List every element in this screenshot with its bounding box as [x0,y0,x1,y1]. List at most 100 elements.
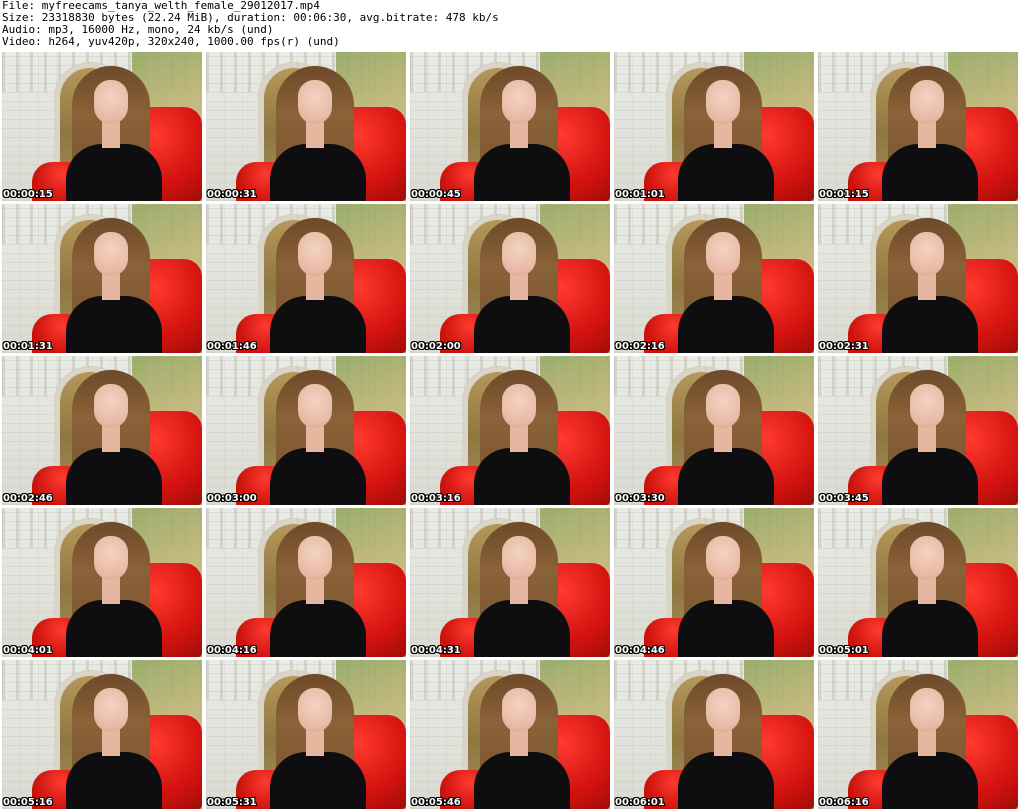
frame-face [298,688,332,732]
frame-face [502,80,536,124]
video-frame-thumbnail: 00:01:01 [614,52,814,201]
frame-neck [714,120,732,148]
frame-timestamp: 00:01:15 [819,189,869,200]
frame-body [882,600,978,657]
video-frame-thumbnail: 00:03:16 [410,356,610,505]
video-frame-thumbnail: 00:06:01 [614,660,814,809]
frame-face [706,688,740,732]
frame-face [706,80,740,124]
video-frame-thumbnail: 00:00:31 [206,52,406,201]
video-frame-thumbnail: 00:01:15 [818,52,1018,201]
frame-face [910,232,944,276]
video-frame-thumbnail: 00:05:46 [410,660,610,809]
frame-face [910,80,944,124]
frame-face [502,536,536,580]
file-info-header: File: myfreecams_tanya_welth_female_2901… [2,0,1022,50]
video-frame-thumbnail: 00:05:31 [206,660,406,809]
frame-body [270,448,366,505]
frame-body [678,448,774,505]
frame-body [678,296,774,353]
frame-timestamp: 00:01:01 [615,189,665,200]
frame-neck [102,120,120,148]
file-name-line: File: myfreecams_tanya_welth_female_2901… [2,0,320,12]
video-frame-thumbnail: 00:03:45 [818,356,1018,505]
frame-body [474,144,570,201]
frame-face [94,80,128,124]
frame-neck [306,120,324,148]
video-frame-thumbnail: 00:05:01 [818,508,1018,657]
frame-face [298,232,332,276]
frame-timestamp: 00:06:16 [819,797,869,808]
file-size-line: Size: 23318830 bytes (22.24 MiB), durati… [2,12,499,24]
frame-timestamp: 00:04:31 [411,645,461,656]
frame-timestamp: 00:03:00 [207,493,257,504]
frame-face [298,536,332,580]
frame-body [270,144,366,201]
frame-neck [510,120,528,148]
frame-neck [714,424,732,452]
frame-face [94,536,128,580]
frame-timestamp: 00:03:45 [819,493,869,504]
frame-face [910,384,944,428]
video-frame-thumbnail: 00:04:31 [410,508,610,657]
frame-timestamp: 00:01:46 [207,341,257,352]
frame-timestamp: 00:05:01 [819,645,869,656]
video-frame-thumbnail: 00:00:15 [2,52,202,201]
frame-body [678,144,774,201]
video-frame-thumbnail: 00:03:00 [206,356,406,505]
video-frame-thumbnail: 00:06:16 [818,660,1018,809]
frame-body [66,296,162,353]
frame-neck [918,728,936,756]
frame-body [66,144,162,201]
frame-body [474,600,570,657]
video-frame-thumbnail: 00:00:45 [410,52,610,201]
frame-timestamp: 00:05:31 [207,797,257,808]
frame-timestamp: 00:03:16 [411,493,461,504]
video-frame-thumbnail: 00:01:46 [206,204,406,353]
frame-neck [306,728,324,756]
frame-neck [510,728,528,756]
frame-face [298,384,332,428]
video-frame-thumbnail: 00:02:16 [614,204,814,353]
frame-neck [510,576,528,604]
frame-body [882,448,978,505]
frame-neck [918,120,936,148]
frame-timestamp: 00:00:15 [3,189,53,200]
frame-neck [918,272,936,300]
frame-timestamp: 00:02:00 [411,341,461,352]
frame-neck [918,576,936,604]
frame-neck [510,424,528,452]
frame-timestamp: 00:06:01 [615,797,665,808]
frame-neck [918,424,936,452]
frame-body [474,296,570,353]
frame-face [94,688,128,732]
frame-timestamp: 00:04:46 [615,645,665,656]
frame-timestamp: 00:05:16 [3,797,53,808]
frame-timestamp: 00:05:46 [411,797,461,808]
frame-body [270,752,366,809]
frame-timestamp: 00:02:46 [3,493,53,504]
frame-face [94,384,128,428]
frame-timestamp: 00:01:31 [3,341,53,352]
video-frame-thumbnail: 00:01:31 [2,204,202,353]
frame-neck [102,576,120,604]
frame-face [502,688,536,732]
frame-timestamp: 00:04:16 [207,645,257,656]
frame-face [502,232,536,276]
frame-neck [306,272,324,300]
video-frame-thumbnail: 00:04:16 [206,508,406,657]
video-frame-thumbnail: 00:02:46 [2,356,202,505]
video-frame-thumbnail: 00:03:30 [614,356,814,505]
frame-body [474,752,570,809]
frame-timestamp: 00:04:01 [3,645,53,656]
frame-face [706,232,740,276]
frame-body [882,144,978,201]
frame-timestamp: 00:02:31 [819,341,869,352]
frame-neck [510,272,528,300]
frame-face [706,384,740,428]
frame-face [502,384,536,428]
frame-neck [714,272,732,300]
frame-neck [102,728,120,756]
frame-face [910,688,944,732]
frame-body [474,448,570,505]
